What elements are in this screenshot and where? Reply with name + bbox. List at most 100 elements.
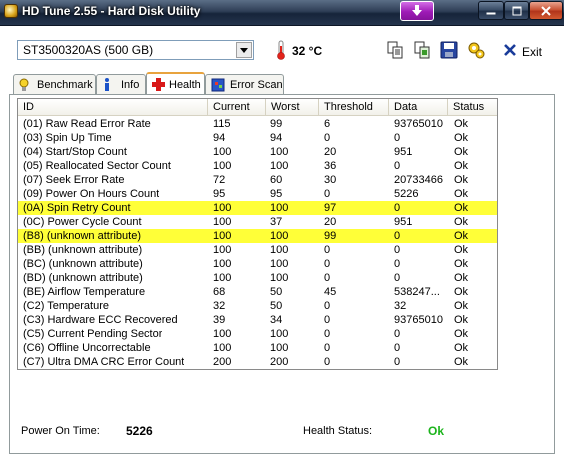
cell-status: Ok — [454, 202, 469, 214]
cell-id: (C3) Hardware ECC Recovered — [23, 314, 178, 326]
minimize-icon — [486, 12, 496, 14]
cell-threshold: 20 — [324, 146, 337, 158]
cell-id: (BE) Airflow Temperature — [23, 286, 146, 298]
table-row[interactable]: (03) Spin Up Time 94 94 0 0 Ok — [18, 131, 497, 145]
exit-button[interactable]: Exit — [522, 45, 542, 59]
table-row[interactable]: (C7) Ultra DMA CRC Error Count 200 200 0 0 Ok — [18, 355, 497, 369]
maximize-button[interactable] — [504, 1, 529, 20]
table-row[interactable]: (01) Raw Read Error Rate 115 99 6 93765010 Ok — [18, 117, 497, 131]
info-icon — [105, 78, 109, 91]
table-row[interactable]: (07) Seek Error Rate 72 60 30 20733466 Ok — [18, 173, 497, 187]
cell-data: 93765010 — [394, 118, 443, 130]
exit-icon[interactable] — [503, 43, 517, 57]
table-row[interactable]: (04) Start/Stop Count 100 100 20 951 Ok — [18, 145, 497, 159]
cell-data: 0 — [394, 356, 401, 368]
close-icon — [541, 5, 551, 16]
table-row[interactable]: (BC) (unknown attribute) 100 100 0 0 Ok — [18, 257, 497, 271]
cell-current: 100 — [213, 146, 232, 158]
tab-health[interactable]: Health — [146, 72, 205, 95]
cell-worst: 100 — [270, 230, 289, 242]
cell-data: 5226 — [394, 188, 419, 200]
cell-worst: 94 — [270, 132, 283, 144]
red-cross-icon — [152, 78, 165, 91]
cell-id: (BB) (unknown attribute) — [23, 244, 143, 256]
power-on-time-value: 5226 — [126, 424, 153, 438]
cell-worst: 100 — [270, 146, 289, 158]
cell-threshold: 6 — [324, 118, 331, 130]
cell-threshold: 36 — [324, 160, 337, 172]
copy-info-icon[interactable] — [386, 41, 404, 59]
cell-id: (C6) Offline Uncorrectable — [23, 342, 151, 354]
cell-worst: 100 — [270, 202, 289, 214]
cell-threshold: 0 — [324, 188, 331, 200]
cell-id: (C7) Ultra DMA CRC Error Count — [23, 356, 185, 368]
cell-status: Ok — [454, 272, 469, 284]
app-icon — [4, 4, 18, 18]
tab-error-scan[interactable]: Error Scan — [205, 74, 284, 94]
table-row[interactable]: (BE) Airflow Temperature 68 50 45 538247... O… — [18, 285, 497, 299]
copy-screenshot-icon[interactable] — [413, 41, 431, 59]
tab-health-label: Health — [169, 79, 201, 91]
cell-data: 0 — [394, 342, 401, 354]
cell-worst: 50 — [270, 300, 283, 312]
tab-benchmark-label: Benchmark — [37, 79, 93, 91]
column-header-threshold[interactable]: Threshold — [319, 99, 389, 116]
column-header-id[interactable]: ID — [18, 99, 208, 116]
table-row[interactable]: (C2) Temperature 32 50 0 32 Ok — [18, 299, 497, 313]
cell-worst: 34 — [270, 314, 283, 326]
cell-data: 951 — [394, 216, 413, 228]
table-row[interactable]: (0C) Power Cycle Count 100 37 20 951 Ok — [18, 215, 497, 229]
save-icon[interactable] — [440, 41, 458, 59]
cell-id: (04) Start/Stop Count — [23, 146, 127, 158]
table-row[interactable]: (C6) Offline Uncorrectable 100 100 0 0 Ok — [18, 341, 497, 355]
tab-benchmark[interactable]: Benchmark — [13, 74, 96, 94]
cell-id: (05) Reallocated Sector Count — [23, 160, 171, 172]
cell-status: Ok — [454, 258, 469, 270]
cell-status: Ok — [454, 314, 469, 326]
cell-worst: 100 — [270, 342, 289, 354]
options-icon[interactable] — [467, 41, 485, 59]
cell-current: 100 — [213, 342, 232, 354]
cell-id: (C5) Current Pending Sector — [23, 328, 163, 340]
download-button[interactable] — [400, 1, 434, 21]
table-row[interactable]: (05) Reallocated Sector Count 100 100 36 0 Ok — [18, 159, 497, 173]
table-row[interactable]: (B8) (unknown attribute) 100 100 99 0 Ok — [18, 229, 497, 243]
cell-threshold: 0 — [324, 258, 331, 270]
cell-id: (B8) (unknown attribute) — [23, 230, 141, 242]
cell-data: 951 — [394, 146, 413, 158]
close-button[interactable] — [529, 1, 563, 20]
cell-worst: 100 — [270, 244, 289, 256]
cell-current: 94 — [213, 132, 226, 144]
column-header-status[interactable]: Status — [448, 99, 497, 116]
cell-id: (09) Power On Hours Count — [23, 188, 160, 200]
health-status-value: Ok — [428, 424, 445, 438]
minimize-button[interactable] — [478, 1, 504, 20]
cell-data: 0 — [394, 230, 401, 242]
table-row[interactable]: (BD) (unknown attribute) 100 100 0 0 Ok — [18, 271, 497, 285]
cell-current: 100 — [213, 160, 232, 172]
column-header-worst[interactable]: Worst — [266, 99, 319, 116]
cell-id: (0C) Power Cycle Count — [23, 216, 142, 228]
cell-current: 100 — [213, 258, 232, 270]
table-row[interactable]: (09) Power On Hours Count 95 95 0 5226 Ok — [18, 187, 497, 201]
cell-data: 0 — [394, 202, 401, 214]
cell-current: 100 — [213, 328, 232, 340]
column-header-data[interactable]: Data — [389, 99, 448, 116]
title-bar[interactable]: HD Tune 2.55 - Hard Disk Utility — [0, 0, 564, 26]
cell-worst: 60 — [270, 174, 283, 186]
cell-data: 538247... — [394, 286, 440, 298]
cell-id: (03) Spin Up Time — [23, 132, 112, 144]
cell-current: 68 — [213, 286, 226, 298]
tab-info[interactable]: Info — [96, 74, 146, 94]
cell-current: 115 — [213, 118, 231, 130]
smart-attributes-table: ID Current Worst Threshold Data Status (… — [17, 98, 498, 370]
table-row[interactable]: (C3) Hardware ECC Recovered 39 34 0 93765010… — [18, 313, 497, 327]
table-row[interactable]: (C5) Current Pending Sector 100 100 0 0 Ok — [18, 327, 497, 341]
table-row[interactable]: (BB) (unknown attribute) 100 100 0 0 Ok — [18, 243, 497, 257]
drive-select[interactable]: ST3500320AS (500 GB) — [17, 40, 254, 60]
table-row[interactable]: (0A) Spin Retry Count 100 100 97 0 Ok — [18, 201, 497, 215]
drive-dropdown-button[interactable] — [236, 42, 252, 58]
cell-current: 100 — [213, 216, 232, 228]
cell-threshold: 0 — [324, 300, 331, 312]
column-header-current[interactable]: Current — [208, 99, 266, 116]
